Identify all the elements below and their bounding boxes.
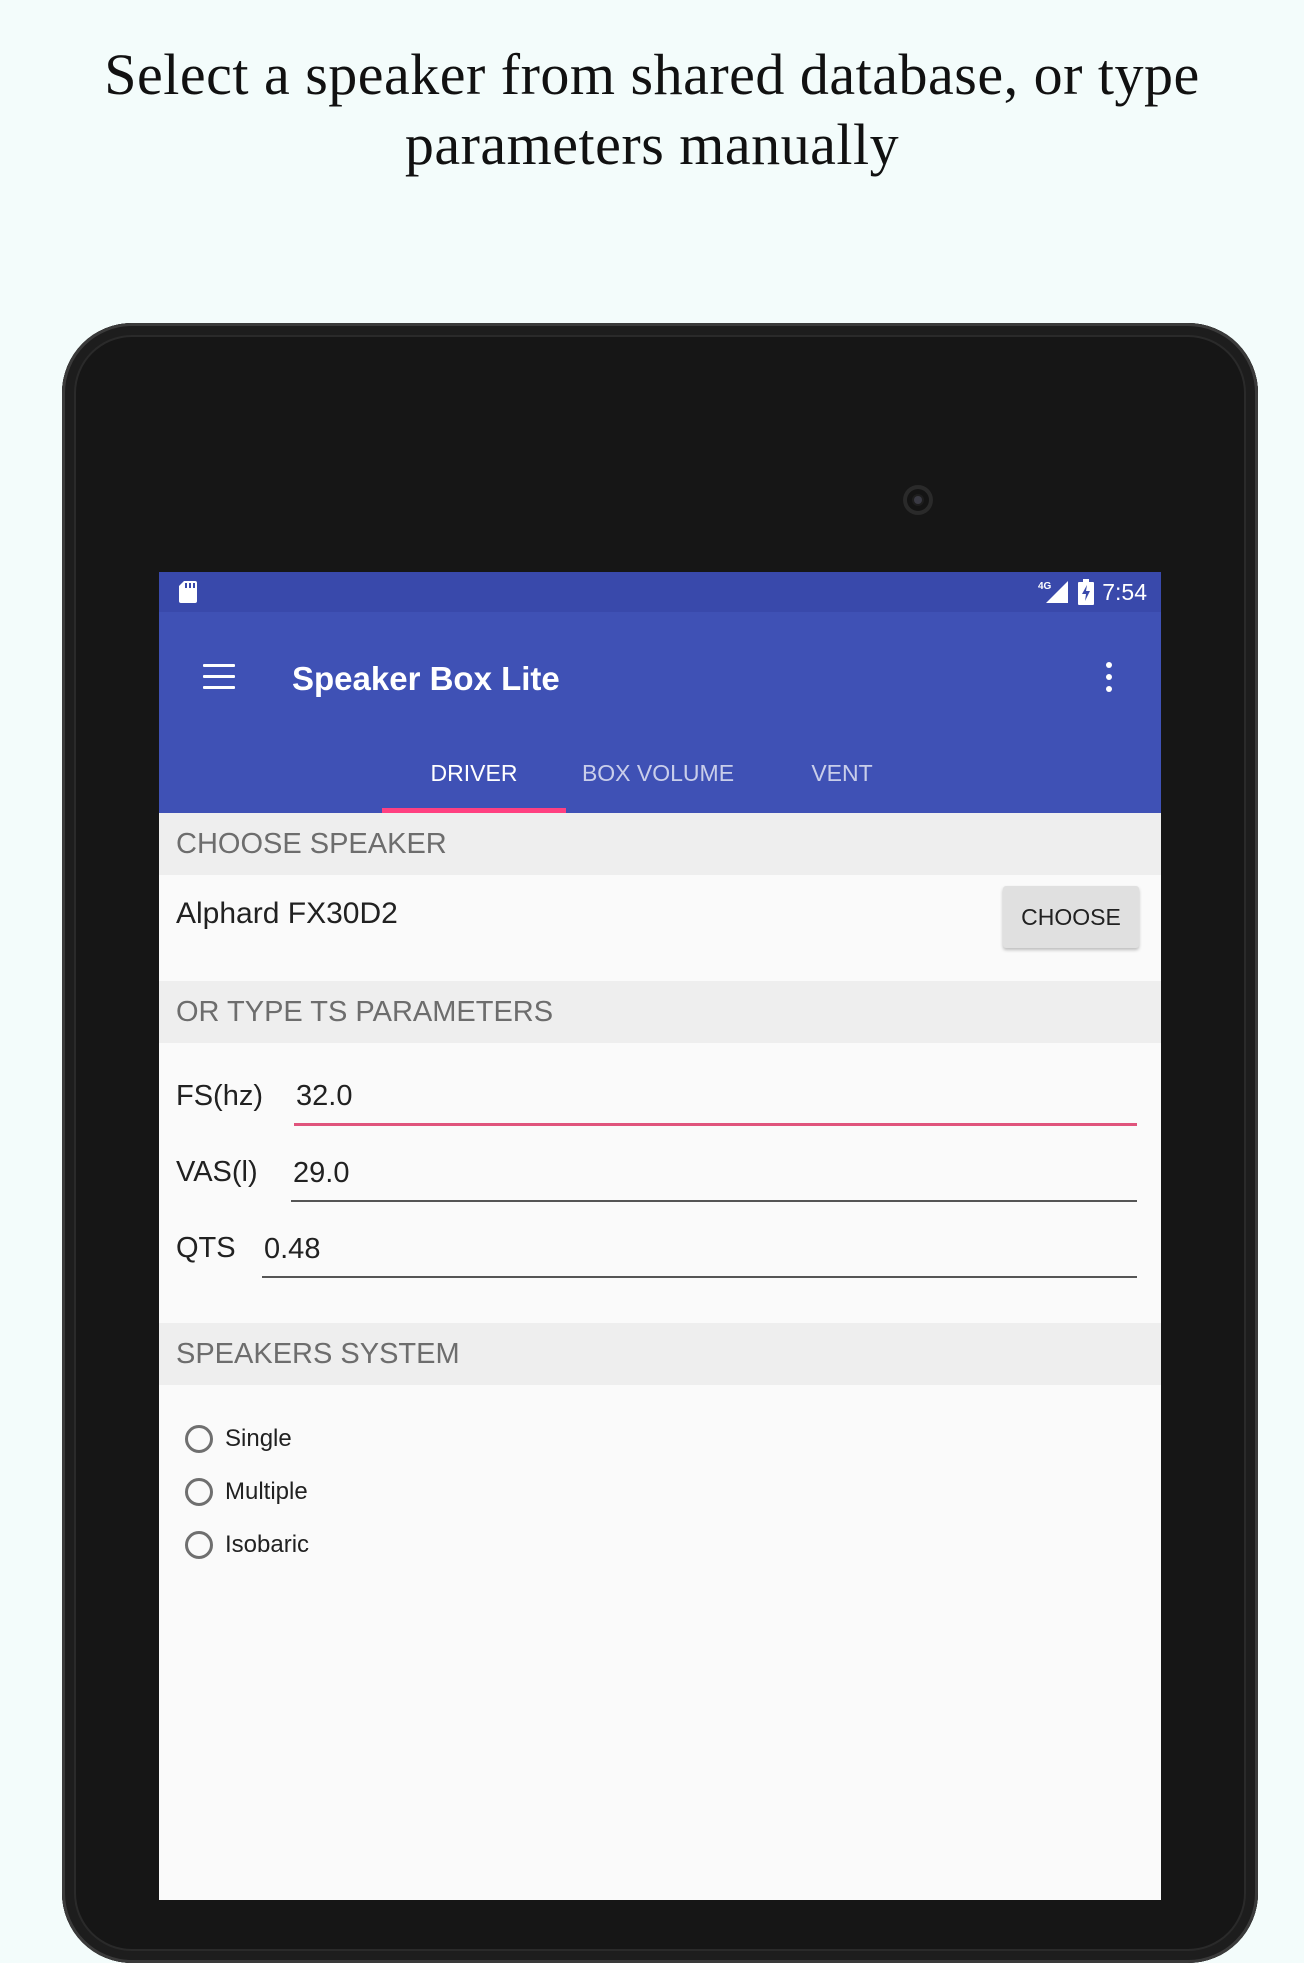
promo-headline: Select a speaker from shared database, o…	[0, 40, 1304, 180]
speakers-system-header: SPEAKERS SYSTEM	[159, 1323, 1161, 1385]
ts-parameters-form: FS(hz) VAS(l) QTS	[159, 1043, 1161, 1323]
radio-button[interactable]	[185, 1478, 213, 1506]
battery-charging-icon	[1078, 579, 1095, 605]
radio-button[interactable]	[185, 1531, 213, 1559]
radio-label: Isobaric	[225, 1531, 310, 1558]
radio-isobaric[interactable]: Isobaric	[185, 1525, 309, 1565]
headline-line-2: parameters manually	[404, 112, 900, 177]
app-screen: 4G 7:54 Speaker Box Lite DRIVER BOX VOLU…	[159, 572, 1161, 1900]
radio-button[interactable]	[185, 1425, 213, 1453]
selected-speaker-name: Alphard FX30D2	[176, 897, 398, 930]
vas-row: VAS(l)	[176, 1146, 1137, 1206]
radio-multiple[interactable]: Multiple	[185, 1472, 308, 1512]
sd-card-icon	[179, 581, 197, 603]
hamburger-menu-icon[interactable]	[203, 664, 235, 690]
tab-driver[interactable]: DRIVER	[382, 733, 566, 813]
choose-speaker-header: CHOOSE SPEAKER	[159, 813, 1161, 875]
status-bar: 4G 7:54	[159, 572, 1161, 612]
tab-bar: DRIVER BOX VOLUME VENT	[159, 733, 1161, 813]
tab-vent[interactable]: VENT	[750, 733, 934, 813]
ts-parameters-header: OR TYPE TS PARAMETERS	[159, 981, 1161, 1043]
qts-row: QTS	[176, 1222, 1137, 1282]
tab-label: DRIVER	[430, 760, 518, 786]
tab-label: BOX VOLUME	[581, 760, 735, 786]
tab-box-volume[interactable]: BOX VOLUME	[566, 733, 750, 813]
signal-icon: 4G	[1038, 581, 1069, 603]
tab-label: VENT	[811, 760, 873, 786]
vas-label: VAS(l)	[176, 1156, 258, 1188]
fs-input[interactable]	[294, 1070, 1137, 1126]
choose-button[interactable]: CHOOSE	[1003, 886, 1139, 948]
app-title: Speaker Box Lite	[292, 660, 560, 697]
qts-label: QTS	[176, 1232, 236, 1264]
vas-input[interactable]	[291, 1146, 1137, 1202]
radio-label: Multiple	[225, 1478, 308, 1505]
status-clock: 7:54	[1102, 578, 1147, 605]
choose-speaker-row: Alphard FX30D2 CHOOSE	[159, 875, 1161, 981]
headline-line-1: Select a speaker from shared database, o…	[104, 42, 1200, 107]
qts-input[interactable]	[262, 1222, 1137, 1278]
app-bar: Speaker Box Lite DRIVER BOX VOLUME VENT	[159, 612, 1161, 813]
network-type-label: 4G	[1038, 581, 1052, 592]
front-camera	[903, 485, 933, 515]
fs-label: FS(hz)	[176, 1080, 263, 1112]
fs-row: FS(hz)	[176, 1070, 1137, 1130]
radio-label: Single	[225, 1425, 292, 1452]
more-vert-icon[interactable]	[1105, 662, 1113, 694]
radio-single[interactable]: Single	[185, 1419, 292, 1459]
